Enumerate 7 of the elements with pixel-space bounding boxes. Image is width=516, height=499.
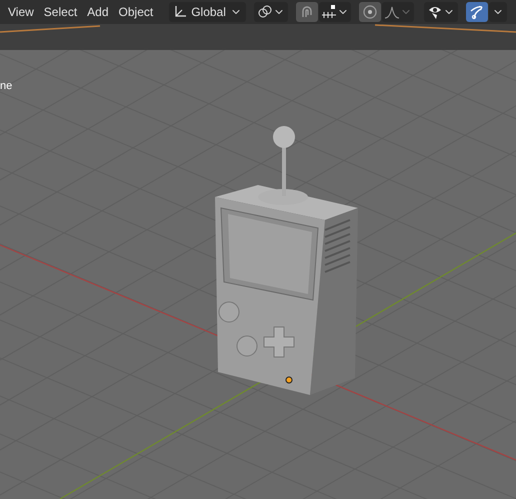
menu-item[interactable]: View: [4, 3, 38, 21]
orientation-dropdown[interactable]: Global: [169, 2, 246, 22]
viewport-label: ne: [0, 79, 12, 94]
menu-item[interactable]: Object: [114, 3, 158, 21]
menu-item[interactable]: Select: [40, 3, 82, 21]
menu-item[interactable]: Add: [83, 3, 113, 21]
viewport[interactable]: ne: [0, 50, 516, 499]
